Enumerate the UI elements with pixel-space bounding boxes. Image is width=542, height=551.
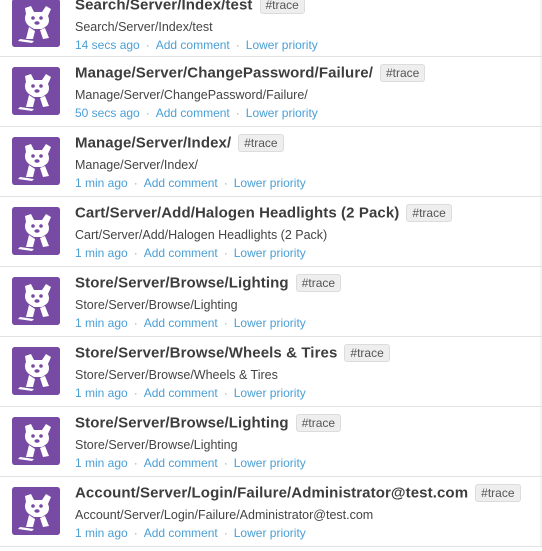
timestamp[interactable]: 1 min ago: [75, 176, 128, 190]
lower-priority-link[interactable]: Lower priority: [234, 386, 306, 400]
event-item: Search/Server/Index/test #trace Search/Se…: [0, 0, 542, 57]
timestamp[interactable]: 1 min ago: [75, 386, 128, 400]
lower-priority-link[interactable]: Lower priority: [234, 456, 306, 470]
separator: ·: [223, 456, 228, 470]
datadog-icon: [12, 417, 60, 465]
tag-badge[interactable]: #trace: [475, 484, 521, 502]
add-comment-link[interactable]: Add comment: [144, 246, 218, 260]
add-comment-link[interactable]: Add comment: [144, 456, 218, 470]
lower-priority-link[interactable]: Lower priority: [234, 246, 306, 260]
event-title[interactable]: Store/Server/Browse/Lighting: [75, 275, 289, 292]
add-comment-link[interactable]: Add comment: [144, 526, 218, 540]
add-comment-link[interactable]: Add comment: [144, 386, 218, 400]
timestamp[interactable]: 1 min ago: [75, 246, 128, 260]
separator: ·: [235, 38, 240, 52]
separator: ·: [133, 456, 138, 470]
separator: ·: [133, 316, 138, 330]
event-path: Store/Server/Browse/Lighting: [75, 438, 238, 452]
add-comment-link[interactable]: Add comment: [156, 106, 230, 120]
datadog-icon: [12, 347, 60, 395]
event-item: Store/Server/Browse/Lighting #trace Store…: [0, 267, 542, 337]
separator: ·: [223, 526, 228, 540]
event-path: Manage/Server/ChangePassword/Failure/: [75, 88, 308, 102]
lower-priority-link[interactable]: Lower priority: [246, 38, 318, 52]
event-title[interactable]: Manage/Server/ChangePassword/Failure/: [75, 65, 373, 82]
event-title[interactable]: Search/Server/Index/test: [75, 0, 253, 14]
event-stream: Search/Server/Index/test #trace Search/Se…: [0, 0, 542, 547]
lower-priority-link[interactable]: Lower priority: [234, 176, 306, 190]
lower-priority-link[interactable]: Lower priority: [234, 316, 306, 330]
event-item: Cart/Server/Add/Halogen Headlights (2 Pa…: [0, 197, 542, 267]
datadog-icon: [12, 0, 60, 47]
event-path: Search/Server/Index/test: [75, 20, 213, 34]
separator: ·: [145, 106, 150, 120]
tag-badge[interactable]: #trace: [379, 64, 426, 82]
tag-badge[interactable]: #trace: [295, 414, 342, 432]
tag-badge[interactable]: #trace: [295, 274, 342, 292]
event-item: Manage/Server/Index/ #trace Manage/Server…: [0, 127, 542, 197]
separator: ·: [145, 38, 150, 52]
tag-badge[interactable]: #trace: [259, 0, 305, 14]
lower-priority-link[interactable]: Lower priority: [246, 106, 318, 120]
timestamp[interactable]: 14 secs ago: [75, 38, 140, 52]
separator: ·: [223, 246, 228, 260]
add-comment-link[interactable]: Add comment: [156, 38, 230, 52]
event-title[interactable]: Store/Server/Browse/Wheels & Tires: [75, 345, 337, 362]
separator: ·: [223, 176, 228, 190]
timestamp[interactable]: 1 min ago: [75, 456, 128, 470]
tag-badge[interactable]: #trace: [238, 134, 284, 152]
datadog-icon: [12, 67, 60, 115]
datadog-icon: [12, 277, 60, 325]
event-path: Store/Server/Browse/Lighting: [75, 298, 238, 312]
event-path: Account/Server/Login/Failure/Administrat…: [75, 508, 374, 522]
separator: ·: [223, 316, 228, 330]
separator: ·: [223, 386, 228, 400]
timestamp[interactable]: 1 min ago: [75, 316, 128, 330]
add-comment-link[interactable]: Add comment: [144, 176, 218, 190]
event-item: Account/Server/Login/Failure/Administrat…: [0, 477, 542, 547]
separator: ·: [235, 106, 240, 120]
lower-priority-link[interactable]: Lower priority: [234, 526, 306, 540]
timestamp[interactable]: 1 min ago: [75, 526, 128, 540]
event-item: Store/Server/Browse/Wheels & Tires #trace…: [0, 337, 542, 407]
event-path: Store/Server/Browse/Wheels & Tires: [75, 368, 278, 382]
tag-badge[interactable]: #trace: [406, 204, 452, 222]
event-item: Store/Server/Browse/Lighting #trace Store…: [0, 407, 542, 477]
event-title[interactable]: Cart/Server/Add/Halogen Headlights (2 Pa…: [75, 205, 399, 222]
datadog-icon: [12, 137, 60, 185]
event-item: Manage/Server/ChangePassword/Failure/ #tr…: [0, 57, 542, 127]
tag-badge[interactable]: #trace: [344, 344, 390, 362]
datadog-icon: [12, 487, 60, 535]
timestamp[interactable]: 50 secs ago: [75, 106, 140, 120]
separator: ·: [133, 526, 138, 540]
event-path: Manage/Server/Index/: [75, 158, 198, 172]
event-path: Cart/Server/Add/Halogen Headlights (2 Pa…: [75, 228, 328, 242]
separator: ·: [133, 246, 138, 260]
event-title[interactable]: Store/Server/Browse/Lighting: [75, 415, 289, 432]
add-comment-link[interactable]: Add comment: [144, 316, 218, 330]
event-title[interactable]: Account/Server/Login/Failure/Administrat…: [75, 485, 468, 502]
event-title[interactable]: Manage/Server/Index/: [75, 135, 231, 152]
datadog-icon: [12, 207, 60, 255]
separator: ·: [133, 386, 138, 400]
separator: ·: [133, 176, 138, 190]
